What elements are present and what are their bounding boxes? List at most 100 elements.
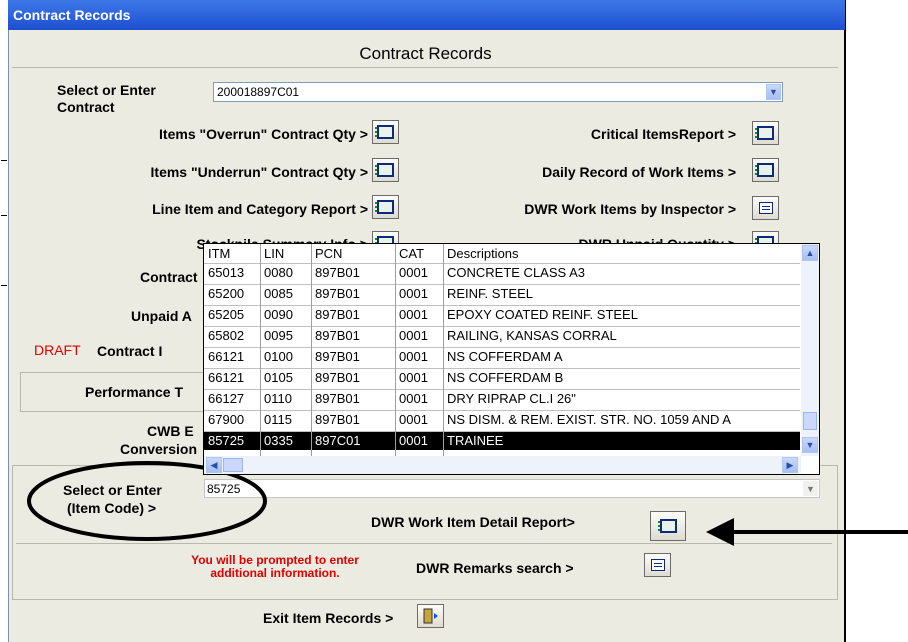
grid-cell-lin: 0095 bbox=[264, 328, 293, 343]
chevron-down-icon[interactable]: ▼ bbox=[803, 481, 818, 496]
report-icon bbox=[755, 163, 774, 177]
exit-button[interactable] bbox=[417, 604, 444, 628]
grid-header-row: ITM LIN PCN CAT Descriptions bbox=[204, 244, 800, 262]
grid-cell-itm: 85725 bbox=[208, 433, 245, 448]
scroll-left-icon[interactable]: ◀ bbox=[206, 457, 222, 473]
scroll-up-icon[interactable]: ▲ bbox=[802, 245, 818, 261]
row-divider bbox=[204, 326, 800, 327]
grid-cell-itm: 65200 bbox=[208, 286, 245, 301]
grid-cell-pcn: 897B01 bbox=[315, 412, 360, 427]
chevron-down-icon[interactable]: ▼ bbox=[766, 84, 781, 100]
line-item-report-button[interactable] bbox=[372, 195, 399, 219]
grid-cell-itm: 66121 bbox=[208, 370, 245, 385]
report-icon bbox=[755, 126, 774, 140]
column-divider bbox=[260, 244, 261, 456]
grid-row[interactable]: 67900 0115 897B01 0001 NS DISM. & REM. EXIST… bbox=[204, 410, 800, 429]
horizontal-scrollbar[interactable]: ◀ ▶ bbox=[204, 456, 801, 474]
grid-cell-itm: 65802 bbox=[208, 328, 245, 343]
grid-row[interactable]: 65013 0080 897B01 0001 CONCRETE CLASS A3 bbox=[204, 263, 800, 282]
grid-cell-lin: 0115 bbox=[264, 412, 292, 427]
grid-cell-pcn: 897B01 bbox=[315, 328, 360, 343]
grid-cell-pcn: 897B01 bbox=[315, 286, 360, 301]
remarks-search-label: DWR Remarks search > bbox=[416, 560, 574, 576]
item-code-combo[interactable]: 85725 ▼ bbox=[204, 479, 820, 498]
row-divider bbox=[204, 305, 800, 306]
underrun-report-button[interactable] bbox=[372, 158, 399, 182]
grid-row[interactable]: 66121 0100 897B01 0001 NS COFFERDAM A bbox=[204, 347, 800, 366]
grid-row[interactable]: 85725 0335 897C01 0001 TRAINEE bbox=[204, 431, 800, 450]
grid-cell-itm: 67900 bbox=[208, 412, 245, 427]
horizontal-scroll-thumb[interactable] bbox=[223, 458, 243, 472]
grid-cell-lin: 0090 bbox=[264, 307, 293, 322]
row-divider bbox=[204, 263, 800, 264]
performance-label: Performance T bbox=[85, 384, 184, 400]
grid-cell-description: NS DISM. & REM. EXIST. STR. NO. 1059 AND… bbox=[447, 412, 731, 427]
scroll-down-icon[interactable]: ▼ bbox=[802, 437, 818, 453]
report-icon bbox=[657, 519, 677, 533]
item-code-dropdown-list[interactable]: ITM LIN PCN CAT Descriptions 65013 0080 89… bbox=[203, 243, 820, 475]
exit-label: Exit Item Records > bbox=[263, 610, 394, 626]
row-divider bbox=[204, 347, 800, 348]
row-divider bbox=[204, 431, 800, 432]
remarks-search-button[interactable] bbox=[644, 553, 671, 577]
contract-select-combo[interactable]: 200018897C01 ▼ bbox=[213, 82, 783, 102]
grid-cell-cat: 0001 bbox=[399, 349, 428, 364]
grid-cell-pcn: 897B01 bbox=[315, 349, 360, 364]
report-icon bbox=[375, 200, 394, 214]
grid-cell-cat: 0001 bbox=[399, 286, 428, 301]
prompt-note-line2: additional information. bbox=[210, 566, 340, 580]
detail-report-button[interactable] bbox=[650, 511, 686, 541]
grid-row[interactable]: 65200 0085 897B01 0001 REINF. STEEL bbox=[204, 284, 800, 303]
cwb-label: CWB E bbox=[147, 423, 194, 439]
grid-cell-cat: 0001 bbox=[399, 265, 428, 280]
row-divider bbox=[204, 389, 800, 390]
contract-select-value: 200018897C01 bbox=[217, 85, 300, 99]
column-header-cat: CAT bbox=[399, 246, 425, 261]
exit-door-icon bbox=[423, 608, 438, 624]
vertical-scroll-thumb[interactable] bbox=[803, 412, 817, 430]
dwr-inspector-report-label: DWR Work Items by Inspector > bbox=[524, 201, 736, 217]
overrun-report-button[interactable] bbox=[372, 120, 399, 144]
grid-cell-lin: 0335 bbox=[264, 433, 293, 448]
daily-record-report-button[interactable] bbox=[752, 158, 779, 182]
column-header-pcn: PCN bbox=[315, 246, 343, 261]
contract-label: Contract bbox=[140, 269, 198, 285]
grid-cell-lin: 0110 bbox=[264, 391, 292, 406]
column-header-descriptions: Descriptions bbox=[447, 246, 519, 261]
divider bbox=[12, 67, 838, 68]
grid-cell-cat: 0001 bbox=[399, 433, 428, 448]
grid-row[interactable]: 65205 0090 897B01 0001 EPOXY COATED REINF. S… bbox=[204, 305, 800, 324]
form-icon bbox=[758, 202, 773, 214]
column-header-itm: ITM bbox=[208, 246, 231, 261]
overrun-report-label: Items "Overrun" Contract Qty > bbox=[159, 126, 368, 142]
prompt-note: You will be prompted to enter additional… bbox=[165, 554, 385, 580]
grid-cell-itm: 65013 bbox=[208, 265, 245, 280]
grid-cell-description: DRY RIPRAP CL.I 26" bbox=[447, 391, 576, 406]
grid-cell-lin: 0105 bbox=[264, 370, 293, 385]
title-bar: Contract Records bbox=[8, 0, 845, 30]
background-mark bbox=[1, 160, 7, 161]
background-mark bbox=[1, 285, 7, 286]
grid-cell-description: TRAINEE bbox=[447, 433, 504, 448]
vertical-scrollbar[interactable]: ▲ ▼ bbox=[801, 244, 819, 456]
scroll-right-icon[interactable]: ▶ bbox=[782, 457, 798, 473]
grid-row[interactable]: 65802 0095 897B01 0001 RAILING, KANSAS CORRA… bbox=[204, 326, 800, 345]
page-title: Contract Records bbox=[359, 44, 492, 63]
grid-cell-pcn: 897B01 bbox=[315, 391, 360, 406]
critical-items-report-button[interactable] bbox=[752, 121, 779, 145]
grid-cell-pcn: 897B01 bbox=[315, 370, 360, 385]
row-divider bbox=[204, 410, 800, 411]
grid-row[interactable]: 66127 0110 897B01 0001 DRY RIPRAP CL.I 26" bbox=[204, 389, 800, 408]
grid-row[interactable]: 66121 0105 897B01 0001 NS COFFERDAM B bbox=[204, 368, 800, 387]
grid-cell-cat: 0001 bbox=[399, 391, 428, 406]
grid-cell-itm: 65205 bbox=[208, 307, 245, 322]
unpaid-label: Unpaid A bbox=[131, 308, 192, 324]
grid-cell-itm: 66121 bbox=[208, 349, 245, 364]
column-divider bbox=[395, 244, 396, 456]
grid-cell-lin: 0085 bbox=[264, 286, 293, 301]
underrun-report-label: Items "Underrun" Contract Qty > bbox=[150, 164, 368, 180]
critical-items-report-label: Critical ItemsReport > bbox=[590, 126, 736, 142]
dwr-inspector-report-button[interactable] bbox=[752, 196, 779, 220]
grid-cell-cat: 0001 bbox=[399, 412, 428, 427]
grid-cell-description: NS COFFERDAM B bbox=[447, 370, 564, 385]
